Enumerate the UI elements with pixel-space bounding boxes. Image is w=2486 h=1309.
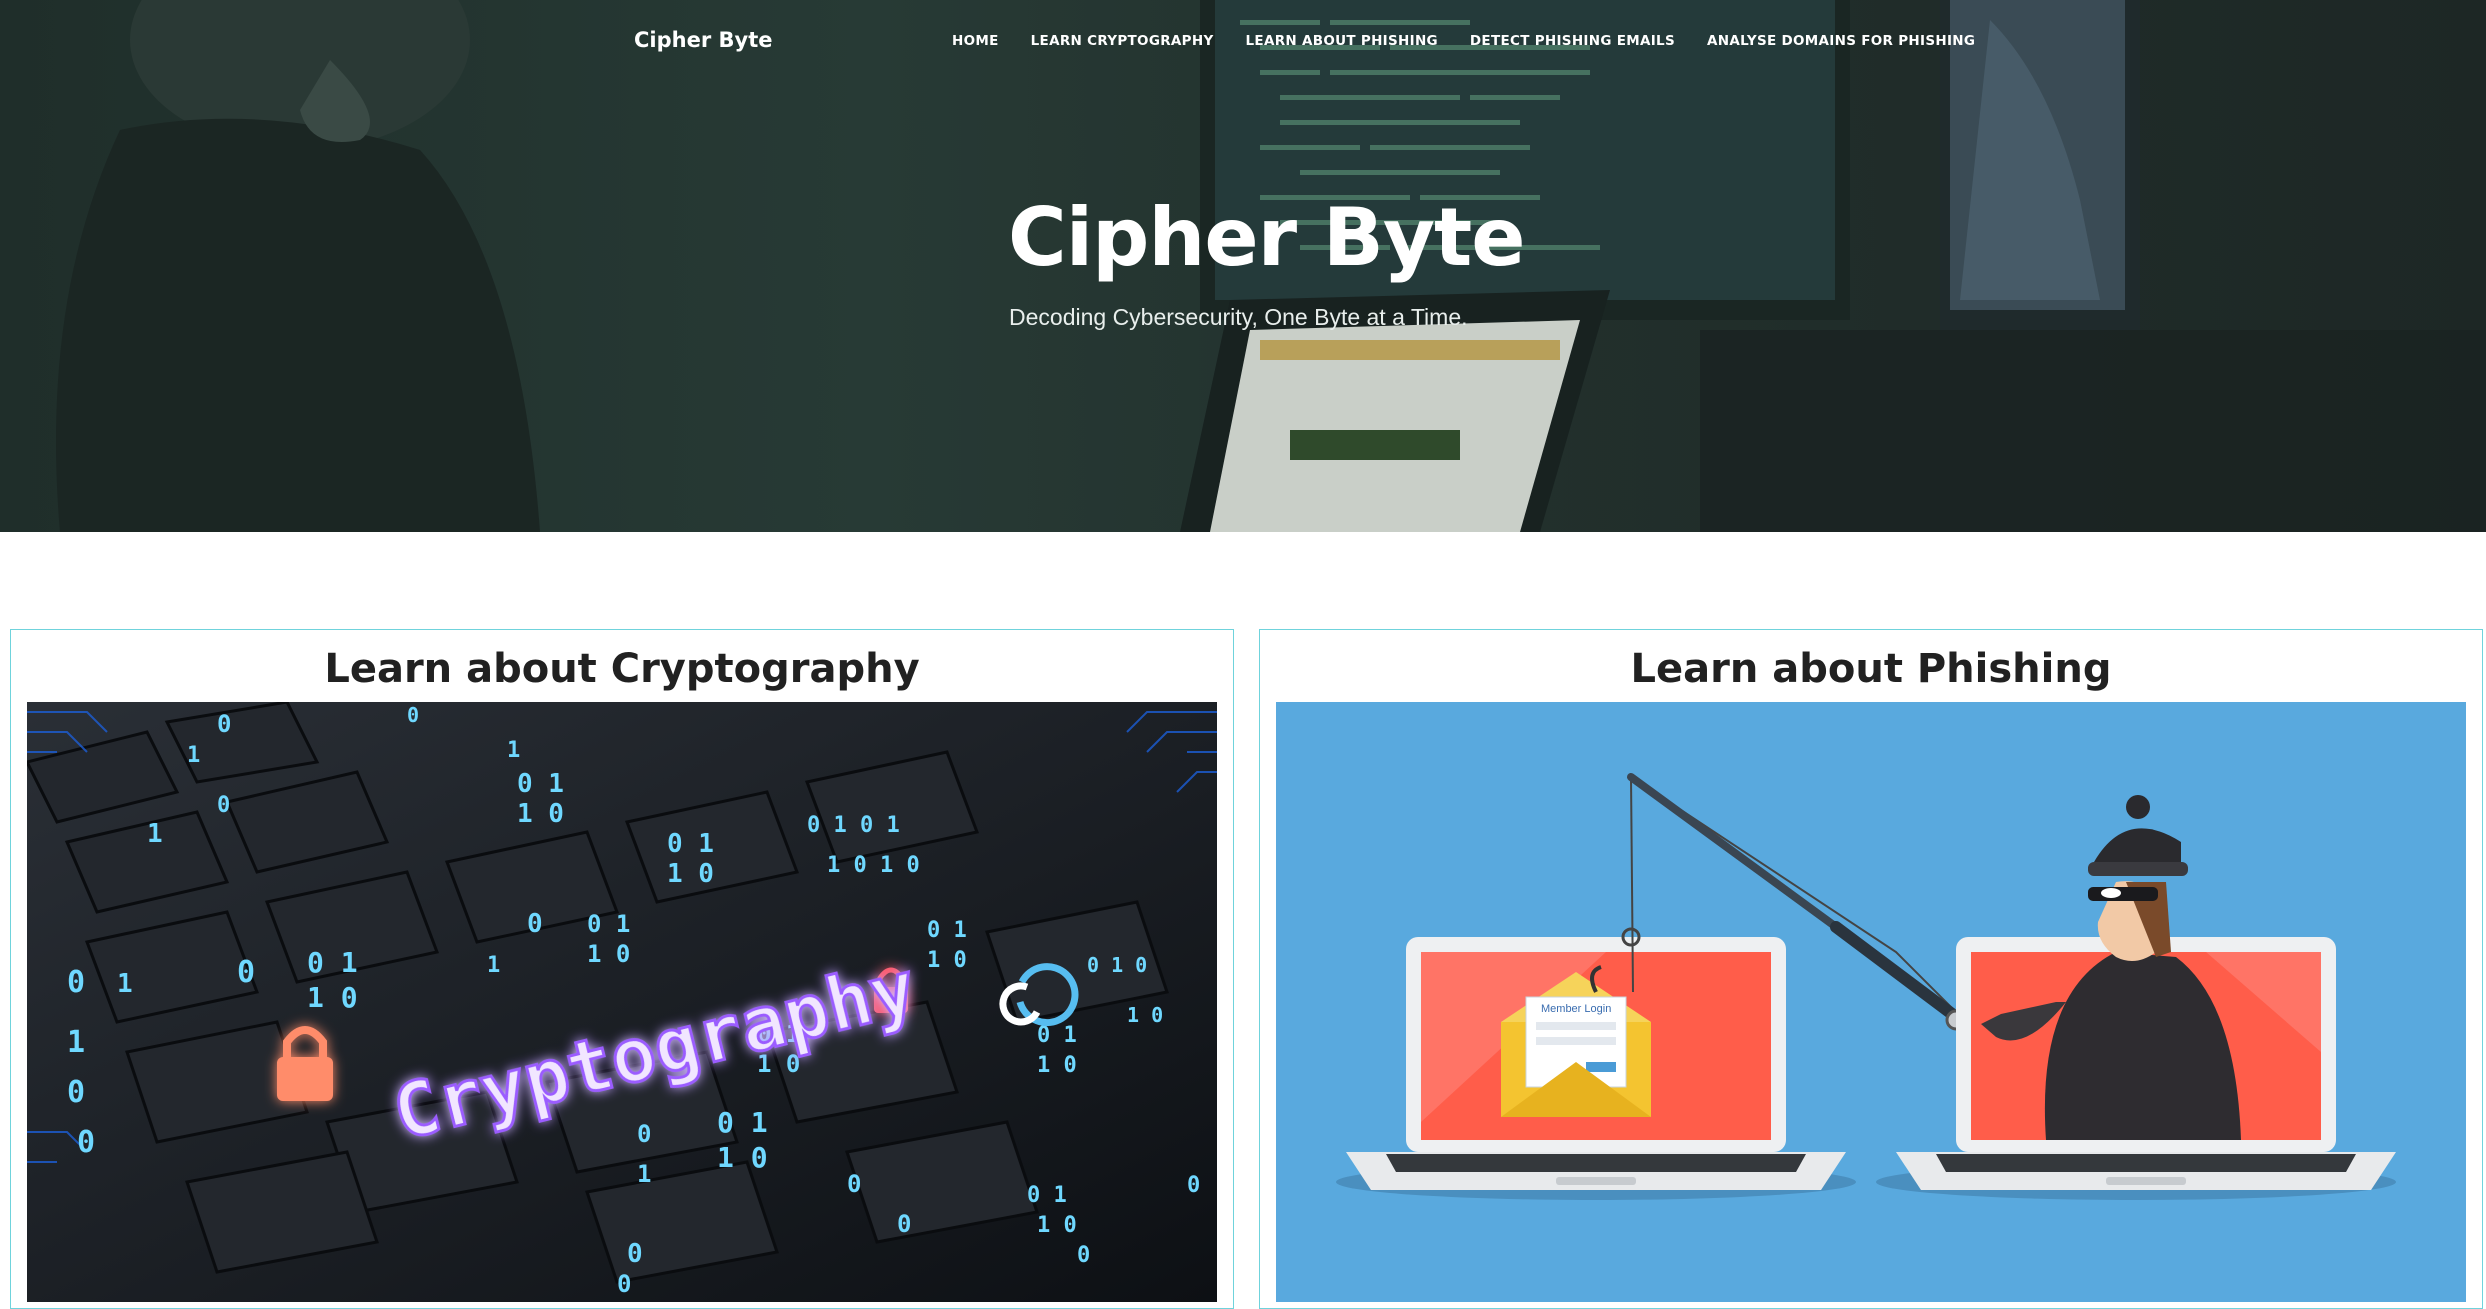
svg-text:0: 0 (1077, 1243, 1090, 1268)
svg-text:1: 1 (117, 969, 133, 999)
brand-logo-link[interactable]: Cipher Byte (634, 28, 772, 52)
svg-text:0: 0 (67, 1075, 85, 1110)
svg-text:0 1: 0 1 (927, 918, 967, 943)
nav-link-learn-phishing[interactable]: LEARN ABOUT PHISHING (1230, 33, 1454, 49)
svg-text:0: 0 (617, 1270, 631, 1298)
hero-title: Cipher Byte (1008, 191, 1526, 284)
svg-text:1 0: 1 0 (667, 859, 714, 889)
nav-link-learn-cryptography[interactable]: LEARN CRYPTOGRAPHY (1015, 33, 1230, 49)
cryptography-image: 01 01 0 11 0 10 0 11 0 0 1 0 11 0 1 0 01… (27, 702, 1217, 1302)
svg-text:1: 1 (187, 743, 200, 768)
svg-text:0: 0 (67, 965, 85, 1000)
svg-text:1 0: 1 0 (717, 1141, 768, 1174)
svg-text:0: 0 (407, 703, 419, 727)
svg-text:1 0: 1 0 (927, 948, 967, 973)
svg-text:1 0: 1 0 (1127, 1003, 1163, 1027)
nav-link-detect-phishing-emails[interactable]: DETECT PHISHING EMAILS (1454, 33, 1691, 49)
svg-text:0: 0 (847, 1170, 861, 1198)
nav-menu: HOME LEARN CRYPTOGRAPHY LEARN ABOUT PHIS… (952, 33, 1991, 49)
svg-text:1: 1 (147, 819, 163, 849)
svg-text:1 0: 1 0 (307, 981, 358, 1014)
nav-link-analyse-domains[interactable]: ANALYSE DOMAINS FOR PHISHING (1691, 33, 1991, 49)
svg-text:1: 1 (507, 738, 520, 763)
phishing-image: Member Login (1276, 702, 2466, 1302)
phishing-card[interactable]: Learn about Phishing Member Login (1259, 629, 2483, 1309)
hero-banner: Cipher Byte HOME LEARN CRYPTOGRAPHY LEAR… (0, 0, 2486, 532)
phishing-card-title: Learn about Phishing (1630, 646, 2112, 692)
nav-item-learn-cryptography: LEARN CRYPTOGRAPHY (1015, 33, 1230, 49)
svg-text:0 1: 0 1 (667, 829, 714, 859)
svg-text:1 0 1 0: 1 0 1 0 (827, 853, 920, 878)
svg-text:0: 0 (217, 793, 230, 818)
svg-text:0 1: 0 1 (1027, 1183, 1067, 1208)
nav-item-learn-phishing: LEARN ABOUT PHISHING (1230, 33, 1454, 49)
svg-text:1 0: 1 0 (1037, 1213, 1077, 1238)
nav-item-detect-phishing-emails: DETECT PHISHING EMAILS (1454, 33, 1691, 49)
member-login-text: Member Login (1541, 1003, 1611, 1015)
svg-text:0: 0 (217, 710, 231, 738)
nav-item-analyse-domains: ANALYSE DOMAINS FOR PHISHING (1691, 33, 1991, 49)
svg-text:1 0: 1 0 (1037, 1053, 1077, 1078)
svg-text:0: 0 (1187, 1173, 1200, 1198)
svg-text:0 1: 0 1 (717, 1106, 768, 1139)
svg-text:0: 0 (637, 1120, 651, 1148)
svg-text:1: 1 (487, 953, 500, 978)
svg-text:0 1 0: 0 1 0 (1087, 953, 1147, 977)
svg-text:0: 0 (237, 955, 255, 990)
svg-text:0: 0 (527, 909, 543, 939)
svg-text:1 0: 1 0 (587, 940, 630, 968)
svg-text:1: 1 (637, 1160, 651, 1188)
top-navbar: Cipher Byte HOME LEARN CRYPTOGRAPHY LEAR… (0, 0, 2486, 82)
cryptography-card[interactable]: Learn about Cryptography 0 1 0 1 0 1 1 0… (10, 629, 1234, 1309)
svg-text:0: 0 (897, 1210, 911, 1238)
svg-text:0: 0 (77, 1125, 95, 1160)
cryptography-card-title: Learn about Cryptography (324, 646, 920, 692)
svg-text:0 1: 0 1 (587, 910, 630, 938)
svg-text:0: 0 (627, 1239, 643, 1269)
svg-text:0 1 0 1: 0 1 0 1 (807, 813, 900, 838)
hero-subtitle: Decoding Cybersecurity, One Byte at a Ti… (1009, 304, 1468, 330)
nav-link-home[interactable]: HOME (952, 33, 1015, 49)
svg-text:0 1: 0 1 (1037, 1023, 1077, 1048)
svg-text:1: 1 (67, 1025, 85, 1060)
nav-item-home: HOME (952, 33, 1015, 49)
svg-text:1 0: 1 0 (517, 799, 564, 829)
svg-text:0 1: 0 1 (517, 769, 564, 799)
svg-text:0 1: 0 1 (307, 946, 358, 979)
